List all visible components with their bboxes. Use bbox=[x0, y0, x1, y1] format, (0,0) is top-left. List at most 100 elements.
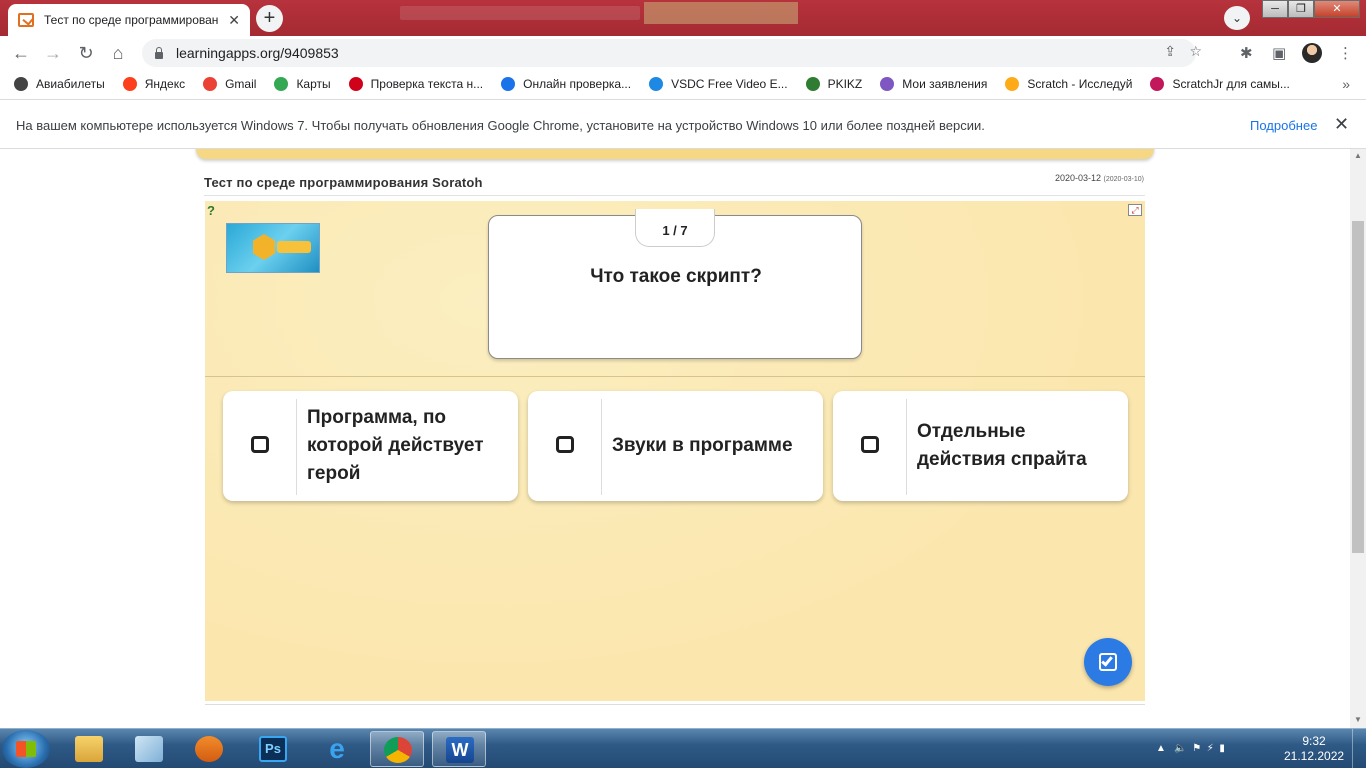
side-panel-icon[interactable]: ▣ bbox=[1272, 44, 1286, 62]
show-desktop-button[interactable] bbox=[1352, 729, 1366, 769]
bookmark-star-icon[interactable]: ☆ bbox=[1189, 43, 1202, 60]
infobar-close-button[interactable]: ✕ bbox=[1334, 114, 1349, 135]
globe-icon bbox=[14, 77, 28, 91]
word-icon: W bbox=[446, 737, 474, 763]
infobar-more-link[interactable]: Подробнее bbox=[1250, 118, 1317, 133]
scratch-cat-hex-image bbox=[253, 234, 275, 260]
app-thumbnail-image bbox=[226, 223, 320, 273]
internet-explorer-icon: e bbox=[329, 733, 345, 764]
chrome-icon bbox=[384, 737, 412, 763]
help-icon[interactable]: ? bbox=[207, 203, 223, 219]
tab-close-button[interactable]: ✕ bbox=[228, 12, 240, 29]
photoshop-icon: Ps bbox=[259, 736, 287, 762]
url-text[interactable]: learningapps.org/9409853 bbox=[176, 45, 339, 61]
vsdc-icon bbox=[649, 77, 664, 91]
answer-checkbox[interactable] bbox=[251, 436, 269, 453]
background-window-button bbox=[644, 2, 798, 24]
bookmark-item[interactable]: ScratchJr для самы... bbox=[1150, 77, 1290, 91]
taskbar-notepad[interactable] bbox=[122, 731, 176, 767]
page-scrollbar[interactable]: ▲ ▼ bbox=[1350, 149, 1366, 728]
learningapps-favicon-icon bbox=[18, 13, 34, 27]
answer-text[interactable]: Программа, по которой действует герой bbox=[307, 391, 507, 501]
quiz-stage: ? ⤢ 1 / 7 Что такое скрипт? Программа, п… bbox=[205, 201, 1145, 701]
answer-text[interactable]: Отдельные действия спрайта bbox=[917, 391, 1117, 501]
taskbar-word[interactable]: W bbox=[432, 731, 486, 767]
taskbar-explorer[interactable] bbox=[62, 731, 116, 767]
answer-option-3[interactable]: Отдельные действия спрайта bbox=[833, 391, 1128, 501]
bookmark-item[interactable]: Онлайн проверка... bbox=[501, 77, 631, 91]
bookmark-label: Проверка текста н... bbox=[370, 77, 484, 91]
bookmarks-overflow-icon[interactable]: » bbox=[1342, 76, 1350, 92]
app-date-modified: 2020-03-12 bbox=[1054, 173, 1102, 183]
new-tab-button[interactable]: + bbox=[256, 5, 283, 32]
taskbar-internet-explorer[interactable]: e bbox=[310, 731, 364, 767]
window-controls: ─ ❐ ✕ bbox=[1262, 0, 1360, 18]
answer-checkbox[interactable] bbox=[861, 436, 879, 453]
bookmark-label: Карты bbox=[296, 77, 331, 91]
question-text: Что такое скрипт? bbox=[590, 266, 762, 287]
bookmark-label: Scratch - Исследуй bbox=[1027, 77, 1133, 91]
profile-avatar[interactable] bbox=[1302, 43, 1322, 63]
check-answers-button[interactable] bbox=[1084, 638, 1132, 686]
browser-toolbar: ← → ↻ ⌂ learningapps.org/9409853 ⇪ ☆ ✱ ▣… bbox=[0, 36, 1366, 69]
answer-checkbox[interactable] bbox=[556, 436, 574, 453]
bookmark-item[interactable]: Авиабилеты bbox=[14, 77, 105, 91]
update-infobar: На вашем компьютере используется Windows… bbox=[0, 99, 1366, 149]
copyright-icon bbox=[348, 77, 363, 91]
start-button[interactable] bbox=[2, 730, 50, 768]
bookmark-item[interactable]: Мои заявления bbox=[880, 77, 987, 91]
answer-separator bbox=[906, 399, 907, 495]
answer-option-2[interactable]: Звуки в программе bbox=[528, 391, 823, 501]
taskbar-media-player[interactable] bbox=[182, 731, 236, 767]
bookmark-label: Мои заявления bbox=[902, 77, 988, 91]
clock-time: 9:32 bbox=[1302, 734, 1326, 748]
lock-icon[interactable] bbox=[154, 47, 164, 59]
bookmark-item[interactable]: Gmail bbox=[203, 77, 256, 91]
taskbar-photoshop[interactable]: Ps bbox=[246, 731, 300, 767]
answer-text[interactable]: Звуки в программе bbox=[612, 391, 812, 501]
applications-icon bbox=[880, 77, 895, 91]
chrome-menu-icon[interactable]: ⋮ bbox=[1338, 44, 1353, 62]
scratch-icon bbox=[1005, 77, 1020, 91]
taskbar-chrome[interactable] bbox=[370, 731, 424, 767]
notepad-icon bbox=[135, 736, 163, 762]
taskbar-clock[interactable]: 9:32 21.12.2022 bbox=[1284, 734, 1344, 764]
browser-tab[interactable]: Тест по среде программирован ✕ bbox=[8, 4, 250, 36]
extensions-puzzle-icon[interactable]: ✱ bbox=[1240, 44, 1253, 62]
close-window-button[interactable]: ✕ bbox=[1314, 0, 1360, 18]
scroll-up-icon[interactable]: ▲ bbox=[1354, 151, 1362, 160]
thumbnail-label bbox=[277, 241, 311, 253]
bookmark-label: Яндекс bbox=[144, 77, 186, 91]
bookmark-label: PKIKZ bbox=[827, 77, 863, 91]
yandex-icon bbox=[122, 77, 137, 91]
system-tray-icons[interactable]: ▲ 🔈 ⚑ ⚡ ▮ bbox=[1156, 743, 1225, 754]
bookmark-item[interactable]: VSDC Free Video E... bbox=[649, 77, 788, 91]
stage-divider bbox=[205, 376, 1145, 377]
forward-arrow-icon[interactable]: → bbox=[40, 40, 66, 66]
home-icon[interactable]: ⌂ bbox=[105, 40, 131, 66]
back-arrow-icon[interactable]: ← bbox=[8, 40, 34, 66]
scroll-down-icon[interactable]: ▼ bbox=[1354, 715, 1362, 724]
bookmark-item[interactable]: Карты bbox=[274, 77, 331, 91]
bookmark-item[interactable]: Яндекс bbox=[122, 77, 186, 91]
clock-date: 21.12.2022 bbox=[1284, 749, 1345, 763]
minimize-button[interactable]: ─ bbox=[1262, 0, 1288, 18]
answer-option-1[interactable]: Программа, по которой действует герой bbox=[223, 391, 518, 501]
address-bar[interactable]: learningapps.org/9409853 ⇪ ☆ bbox=[142, 39, 1202, 67]
share-icon[interactable]: ⇪ bbox=[1164, 43, 1176, 60]
reload-icon[interactable]: ↻ bbox=[73, 40, 99, 66]
bookmark-label: ScratchJr для самы... bbox=[1172, 77, 1290, 91]
scrollbar-thumb[interactable] bbox=[1352, 221, 1364, 553]
maximize-button[interactable]: ❐ bbox=[1288, 0, 1314, 18]
bookmark-label: Авиабилеты bbox=[36, 77, 105, 91]
tab-title: Тест по среде программирован bbox=[44, 13, 219, 27]
app-date: 2020-03-12 (2020-03-10) bbox=[1055, 173, 1144, 183]
pkikz-icon bbox=[805, 77, 820, 91]
bookmark-item[interactable]: Scratch - Исследуй bbox=[1005, 77, 1132, 91]
tab-search-button[interactable]: ⌄ bbox=[1224, 6, 1250, 30]
fullscreen-icon[interactable]: ⤢ bbox=[1128, 204, 1142, 216]
background-window-title bbox=[400, 6, 640, 20]
tab-strip: Тест по среде программирован ✕ + ⌄ ─ ❐ ✕ bbox=[0, 0, 1366, 36]
bookmark-item[interactable]: Проверка текста н... bbox=[348, 77, 484, 91]
bookmark-item[interactable]: PKIKZ bbox=[805, 77, 863, 91]
